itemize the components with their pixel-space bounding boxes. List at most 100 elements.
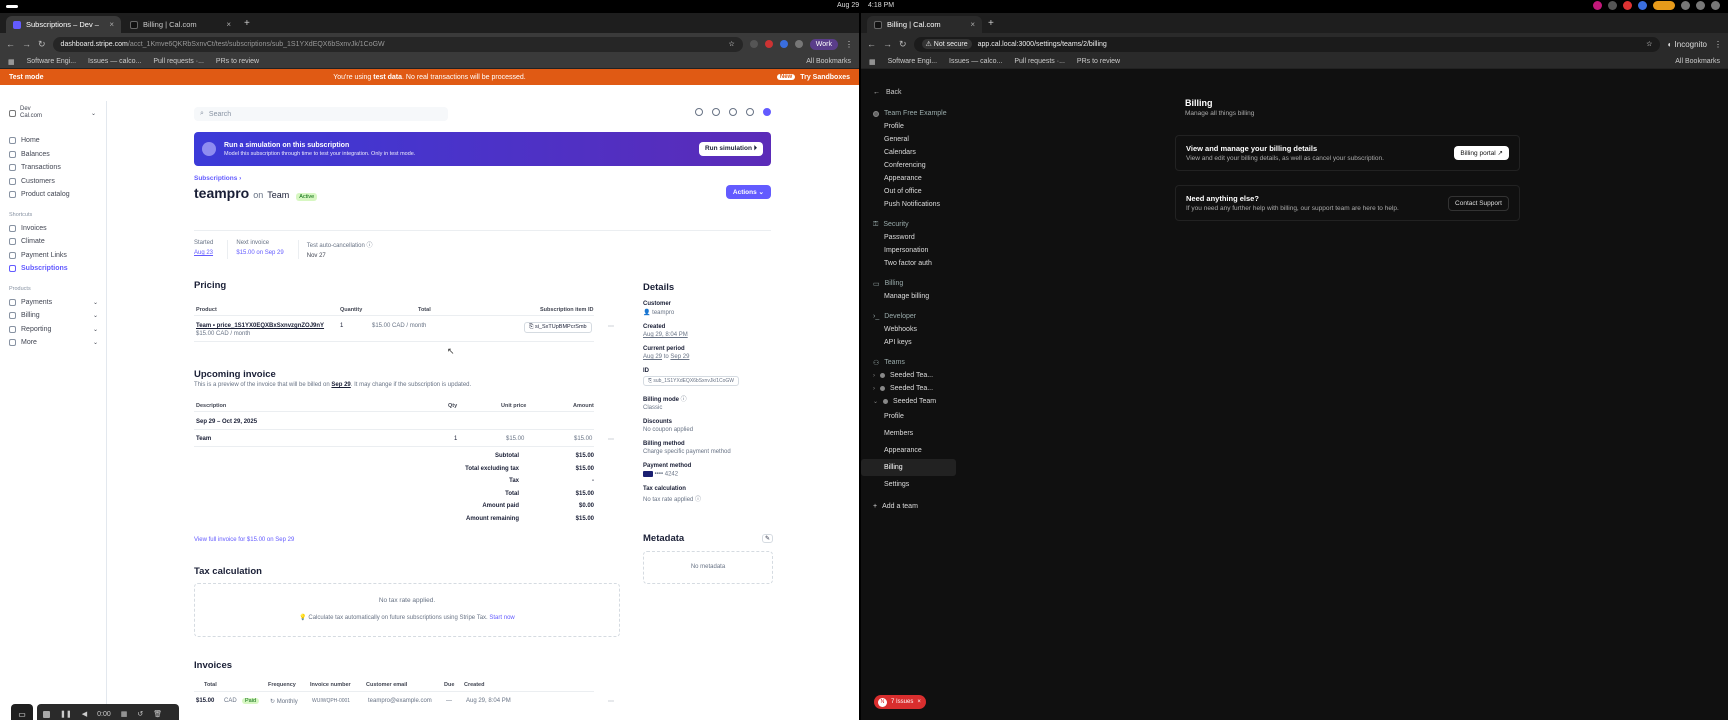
sidebar-item-conferencing[interactable]: Conferencing — [861, 159, 966, 172]
sidebar-item-appearance[interactable]: Appearance — [861, 172, 966, 185]
nav-more[interactable]: More ⌄ — [9, 336, 106, 350]
run-simulation-button[interactable]: Run simulation ⏵ — [698, 142, 763, 156]
bookmark-item[interactable]: Pull requests ·... — [1014, 58, 1065, 65]
info-icon[interactable]: ⓘ — [681, 397, 687, 403]
bookmark-item[interactable]: Software Engi... — [27, 58, 76, 65]
invoice-row[interactable]: $15.00 CAD Paid ↻ Monthly WUIWQPH-0001 t… — [196, 698, 616, 710]
tray-app-icon[interactable] — [1608, 1, 1617, 10]
view-full-invoice-link[interactable]: View full invoice for $15.00 on Sep 29 — [194, 537, 294, 543]
mic-icon[interactable]: ◀ — [82, 710, 87, 718]
info-icon[interactable]: ⓘ — [366, 243, 372, 249]
bookmark-item[interactable]: Issues — calco... — [949, 58, 1002, 65]
settings-icon[interactable] — [746, 108, 754, 116]
bookmark-item[interactable]: Issues — calco... — [88, 58, 141, 65]
star-icon[interactable]: ☆ — [729, 40, 735, 48]
sidebar-item-out-of-office[interactable]: Out of office — [861, 185, 966, 198]
price-product[interactable]: Team • price_1S1YX0EQXBxSxnvzgnZOJ9nY — [196, 323, 324, 329]
tray-app-icon[interactable] — [1593, 1, 1602, 10]
not-secure-badge[interactable]: ⚠ Not secure — [921, 39, 972, 49]
reload-icon[interactable]: ↻ — [899, 39, 907, 50]
extension-icon[interactable] — [749, 40, 758, 48]
restart-icon[interactable]: ↺ — [137, 710, 143, 718]
stop-icon[interactable] — [43, 710, 50, 718]
activities-indicator[interactable] — [6, 5, 18, 8]
extension-icon[interactable] — [779, 40, 788, 48]
power-icon[interactable] — [1711, 1, 1720, 10]
tab-cal-billing[interactable]: Billing | Cal.com × — [867, 16, 982, 33]
url-field[interactable]: dashboard.stripe.com/acct_1Kmve6QKRbSxnv… — [52, 36, 743, 52]
star-icon[interactable]: ☆ — [1646, 40, 1652, 48]
extension-icon[interactable] — [764, 40, 773, 48]
sidebar-item-members[interactable]: Members — [861, 425, 966, 442]
tray-app-icon[interactable] — [1623, 1, 1632, 10]
sidebar-item-team-billing[interactable]: Billing — [861, 459, 956, 476]
help-icon[interactable] — [712, 108, 720, 116]
contact-support-button[interactable]: Contact Support — [1448, 195, 1509, 211]
sidebar-item-team-settings[interactable]: Settings — [861, 476, 966, 493]
tray-app-icon[interactable] — [1638, 1, 1647, 10]
sidebar-item-impersonation[interactable]: Impersonation — [861, 244, 966, 257]
sidebar-item-calendars[interactable]: Calendars — [861, 146, 966, 159]
bookmark-item[interactable]: Software Engi... — [888, 58, 937, 65]
create-icon[interactable] — [763, 108, 771, 116]
add-team-button[interactable]: + Add a team — [861, 500, 966, 513]
incognito-badge[interactable]: ◐ Incognito — [1667, 40, 1707, 49]
volume-icon[interactable] — [1696, 1, 1705, 10]
start-now-link[interactable]: Start now — [489, 615, 514, 621]
bookmark-item[interactable]: PRs to review — [1077, 58, 1120, 65]
close-icon[interactable]: × — [970, 20, 975, 29]
sidebar-team-3[interactable]: ⌄ Seeded Team — [861, 395, 966, 408]
tab-subscriptions[interactable]: Subscriptions – Dev – × — [6, 16, 121, 33]
nav-payment-links[interactable]: Payment Links — [9, 249, 106, 263]
sidebar-item-webhooks[interactable]: Webhooks — [861, 323, 966, 336]
camera-icon[interactable]: ▭ — [11, 704, 33, 720]
apps-icon[interactable]: ▦ — [8, 58, 15, 66]
sidebar-item-team-appearance[interactable]: Appearance — [861, 442, 966, 459]
info-icon[interactable]: ⓘ — [695, 497, 701, 503]
nav-climate[interactable]: Climate — [9, 235, 106, 249]
menu-kebab-icon[interactable]: ⋮ — [1714, 40, 1722, 49]
close-icon[interactable]: × — [917, 699, 921, 705]
delete-icon[interactable]: 🗑 — [153, 710, 162, 718]
new-tab-icon[interactable]: + — [240, 18, 254, 29]
nav-balances[interactable]: Balances — [9, 148, 106, 162]
sidebar-item-general[interactable]: General — [861, 133, 966, 146]
nav-customers[interactable]: Customers — [9, 175, 106, 189]
nav-reporting[interactable]: Reporting ⌄ — [9, 323, 106, 337]
bookmark-item[interactable]: Pull requests ·... — [153, 58, 204, 65]
apps-icon[interactable]: ▦ — [869, 58, 876, 66]
search-input[interactable]: ⌕ Search — [194, 107, 448, 121]
actions-button[interactable]: Actions ⌄ — [725, 185, 771, 199]
meta-value[interactable]: $15.00 on Sep 29 — [236, 250, 283, 256]
profile-badge[interactable]: Work — [809, 38, 838, 50]
back-icon[interactable]: ← — [6, 39, 15, 49]
network-icon[interactable] — [1681, 1, 1690, 10]
all-bookmarks[interactable]: All Bookmarks — [806, 58, 851, 65]
sidebar-item-two-factor[interactable]: Two factor auth — [861, 257, 966, 270]
battery-icon[interactable] — [1653, 1, 1675, 10]
notifications-icon[interactable] — [729, 108, 737, 116]
id-chip[interactable]: ⎘ sub_1S1YXdEQX6bSxnvJk/1CoGW — [643, 376, 773, 386]
new-tab-icon[interactable]: + — [984, 18, 998, 29]
pause-icon[interactable]: ❚❚ — [60, 710, 72, 718]
sidebar-item-push-notifications[interactable]: Push Notifications — [861, 198, 966, 211]
close-icon[interactable]: × — [226, 20, 231, 29]
forward-icon[interactable]: → — [883, 39, 892, 49]
edit-pencil-icon[interactable]: ✎ — [761, 533, 773, 543]
billing-portal-button[interactable]: Billing portal ↗ — [1454, 146, 1509, 160]
tab-billing[interactable]: Billing | Cal.com × — [123, 16, 238, 33]
price-row[interactable]: Team • price_1S1YX0EQXBxSxnvzgnZOJ9nY $1… — [196, 323, 324, 337]
back-button[interactable]: ← Back — [861, 85, 966, 99]
extension-icon[interactable] — [794, 40, 803, 48]
breadcrumb[interactable]: Subscriptions › — [194, 175, 241, 182]
grid-icon[interactable]: ▦ — [121, 710, 128, 718]
issues-badge[interactable]: N 7 Issues × — [874, 695, 926, 709]
sidebar-item-api-keys[interactable]: API keys — [861, 336, 966, 349]
nav-invoices[interactable]: Invoices — [9, 222, 106, 236]
menu-kebab-icon[interactable]: ⋮ — [845, 40, 853, 49]
nav-transactions[interactable]: Transactions — [9, 161, 106, 175]
all-bookmarks[interactable]: All Bookmarks — [1675, 58, 1720, 65]
sidebar-item-profile[interactable]: Profile — [861, 120, 966, 133]
reload-icon[interactable]: ↻ — [38, 39, 46, 50]
row-overflow-icon[interactable]: ⋯ — [608, 436, 614, 443]
